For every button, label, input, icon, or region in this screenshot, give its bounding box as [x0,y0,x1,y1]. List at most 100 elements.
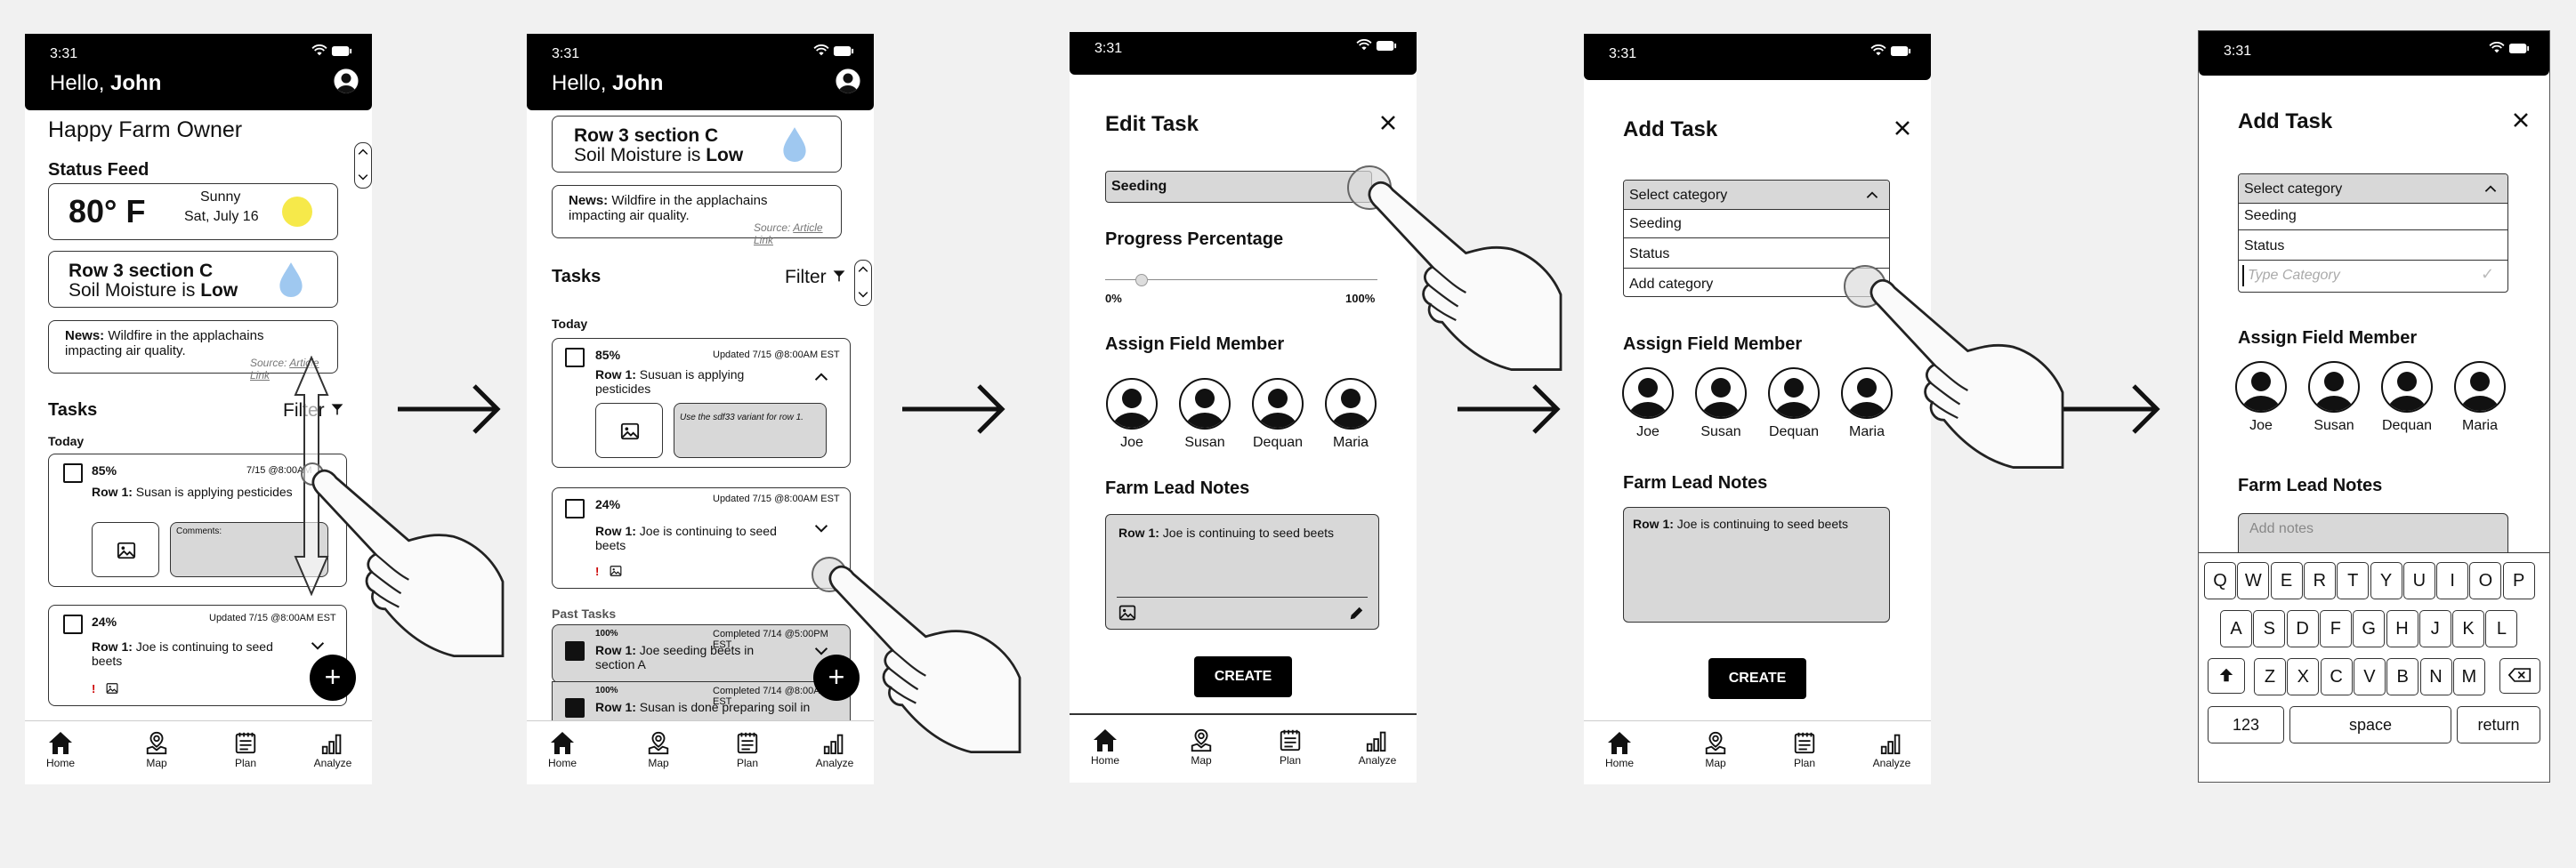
member-susan[interactable]: Susan [1685,366,1756,440]
tab-home[interactable]: Home [1078,727,1132,767]
key-g[interactable]: G [2353,610,2386,647]
key-s[interactable]: S [2253,610,2286,647]
dropdown-option[interactable]: Status [2244,238,2284,254]
tab-analyze[interactable]: Analyze [1865,730,1918,769]
member-maria[interactable]: Maria [2444,360,2515,434]
task-checkbox-checked[interactable] [565,641,585,661]
member-dequan[interactable]: Dequan [1242,377,1313,451]
key-d[interactable]: D [2286,610,2319,647]
task-checkbox[interactable] [565,348,585,367]
key-r[interactable]: R [2303,562,2336,599]
key-k[interactable]: K [2452,610,2485,647]
scroll-control[interactable] [854,260,872,306]
dropdown-header[interactable]: Select category [2239,174,2507,204]
category-select[interactable]: Seeding [1105,171,1372,203]
dropdown-option-add[interactable]: Add category [1629,277,1713,293]
dropdown-option[interactable]: Seeding [2244,208,2297,224]
chevron-up-icon[interactable] [814,373,828,382]
key-w[interactable]: W [2237,562,2270,599]
key-space[interactable]: space [2289,706,2451,743]
key-f[interactable]: F [2319,610,2352,647]
task-checkbox[interactable] [63,615,83,634]
key-u[interactable]: U [2402,562,2435,599]
member-maria[interactable]: Maria [1315,377,1386,451]
key-p[interactable]: P [2502,562,2535,599]
key-a[interactable]: A [2220,610,2252,647]
key-q[interactable]: Q [2204,562,2236,599]
weather-card[interactable]: 80° F Sunny Sat, July 16 [48,183,338,240]
tab-map[interactable]: Map [1689,730,1742,769]
tab-home[interactable]: Home [34,730,87,769]
key-v[interactable]: V [2353,658,2386,695]
create-button[interactable]: CREATE [1194,656,1292,697]
member-joe[interactable]: Joe [1096,377,1167,451]
notes-field[interactable]: Row 1: Joe is continuing to seed beets [1623,507,1890,623]
scroll-control[interactable] [354,142,372,189]
key-z[interactable]: Z [2254,658,2286,695]
attach-image-button[interactable] [92,522,159,577]
task-card-expanded[interactable]: 85% Updated 7/15 @8:00AM EST Row 1: Susu… [552,338,851,468]
close-icon[interactable] [1379,114,1397,132]
pencil-icon[interactable] [1348,606,1364,622]
comments-box[interactable]: Use the sdf33 variant for row 1. [674,403,827,458]
tab-map[interactable]: Map [1175,727,1228,767]
profile-avatar-icon[interactable] [835,68,861,94]
tab-map[interactable]: Map [632,730,685,769]
key-backspace[interactable] [2499,658,2540,694]
attach-image-button[interactable] [595,403,663,458]
news-card[interactable]: News: Wildfire in the applachains impact… [552,185,842,246]
key-h[interactable]: H [2386,610,2419,647]
type-category-input[interactable]: Type Category ✓ [2242,265,2502,286]
key-o[interactable]: O [2469,562,2502,599]
moisture-card[interactable]: Row 3 section C Soil Moisture is Low [48,251,338,308]
key-x[interactable]: X [2287,658,2320,695]
member-dequan[interactable]: Dequan [1758,366,1829,440]
tab-map[interactable]: Map [130,730,183,769]
tab-plan[interactable]: Plan [219,730,272,769]
key-j[interactable]: J [2419,610,2451,647]
task-card[interactable]: 24% Updated 7/15 @8:00AM EST Row 1: Joe … [48,605,347,706]
task-checkbox-checked[interactable] [565,698,585,718]
add-task-button[interactable]: + [310,655,356,701]
key-c[interactable]: C [2320,658,2353,695]
dropdown-option[interactable]: Status [1629,246,1669,262]
member-joe[interactable]: Joe [2225,360,2297,434]
key-shift[interactable] [2208,658,2245,694]
tab-plan[interactable]: Plan [1778,730,1831,769]
member-dequan[interactable]: Dequan [2371,360,2443,434]
key-t[interactable]: T [2337,562,2370,599]
tab-plan[interactable]: Plan [721,730,774,769]
dropdown-header[interactable]: Select category [1624,181,1889,210]
task-checkbox[interactable] [63,463,83,483]
key-y[interactable]: Y [2370,562,2402,599]
slider-thumb[interactable] [1135,274,1148,286]
key-m[interactable]: M [2452,658,2485,695]
category-dropdown[interactable]: Select category Seeding Status Type Cate… [2238,173,2508,293]
key-b[interactable]: B [2386,658,2419,695]
close-icon[interactable] [2512,111,2530,129]
create-button[interactable]: CREATE [1708,658,1806,699]
tab-plan[interactable]: Plan [1264,727,1317,767]
key-i[interactable]: I [2436,562,2469,599]
chevron-down-icon[interactable] [814,524,828,533]
moisture-card[interactable]: Row 3 section C Soil Moisture is Low [552,116,842,173]
key-123[interactable]: 123 [2208,706,2284,743]
tab-analyze[interactable]: Analyze [306,730,359,769]
key-e[interactable]: E [2270,562,2303,599]
image-icon[interactable] [1118,604,1136,622]
dropdown-option[interactable]: Seeding [1629,216,1682,232]
member-joe[interactable]: Joe [1612,366,1684,440]
member-susan[interactable]: Susan [1169,377,1240,451]
task-checkbox[interactable] [565,499,585,518]
key-return[interactable]: return [2457,706,2540,743]
filter-button[interactable]: Filter [785,267,846,288]
progress-slider[interactable] [1105,274,1377,286]
past-task-card[interactable]: 100% Completed 7/14 @5:00PM EST Row 1: J… [552,624,851,683]
profile-avatar-icon[interactable] [333,68,359,94]
notes-field[interactable]: Row 1: Joe is continuing to seed beets [1105,514,1379,630]
key-l[interactable]: L [2485,610,2518,647]
key-n[interactable]: N [2419,658,2452,695]
task-card[interactable]: 24% Updated 7/15 @8:00AM EST Row 1: Joe … [552,487,851,589]
tab-home[interactable]: Home [536,730,589,769]
tab-analyze[interactable]: Analyze [1351,727,1404,767]
